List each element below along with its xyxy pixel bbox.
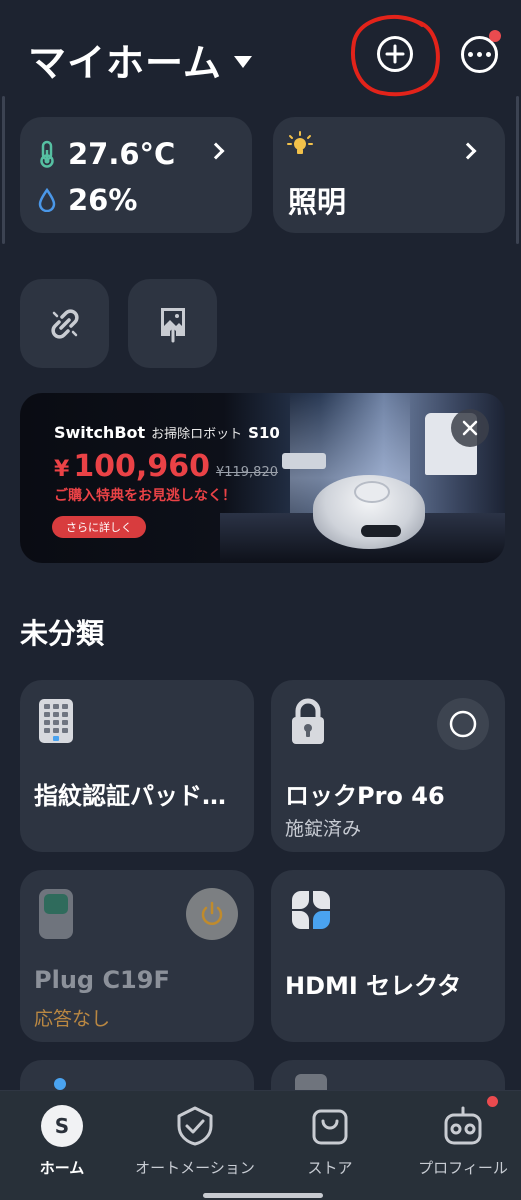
- robot-window-image: [361, 525, 401, 537]
- original-price: ¥119,820: [215, 465, 278, 480]
- profile-notification-dot: [487, 1096, 498, 1107]
- padlock-icon: [292, 698, 324, 744]
- water-station-image: [282, 453, 326, 469]
- grid-petals-icon: [292, 891, 330, 929]
- home-selector[interactable]: マイホーム: [28, 32, 252, 87]
- currency-symbol: ¥: [54, 457, 70, 482]
- temperature-row: 27.6°C: [38, 137, 175, 171]
- nav-label: プロフィール: [418, 1159, 508, 1177]
- scroll-edge-right: [516, 96, 519, 244]
- humidity-row: 26%: [38, 183, 137, 217]
- power-icon: [201, 901, 223, 925]
- more-dot: [486, 52, 491, 57]
- nav-label: オートメーション: [135, 1159, 255, 1177]
- thermometer-icon: [40, 140, 54, 168]
- sale-price: 100,960: [73, 449, 210, 484]
- close-icon: [462, 420, 478, 436]
- lighting-card[interactable]: 照明: [273, 117, 505, 233]
- ring-icon: [449, 710, 477, 738]
- device-card-keypad[interactable]: 指紋認証パッド…: [20, 680, 254, 852]
- share-scene-button[interactable]: [128, 279, 217, 368]
- nav-home[interactable]: S ホーム: [34, 1105, 90, 1178]
- plug-icon: [39, 889, 73, 939]
- scroll-edge-left: [2, 96, 5, 244]
- water-drop-icon: [38, 188, 56, 212]
- device-status: 施錠済み: [285, 818, 362, 840]
- home-indicator: [203, 1193, 323, 1198]
- upload-image-icon: [160, 307, 185, 342]
- lock-toggle-button[interactable]: [437, 698, 489, 750]
- device-card-plug[interactable]: Plug C19F 応答なし: [20, 870, 254, 1042]
- header: マイホーム: [0, 0, 521, 110]
- robot-lidar-image: [354, 481, 390, 503]
- more-dot: [477, 52, 482, 57]
- climate-card[interactable]: 27.6°C 26%: [20, 117, 252, 233]
- notification-dot: [489, 30, 501, 42]
- section-title: 未分類: [20, 617, 105, 650]
- keypad-icon: [39, 699, 73, 743]
- chevron-right-icon: [207, 142, 225, 160]
- bottom-nav: S ホーム オートメーション ストア プロフィール: [0, 1090, 521, 1200]
- device-status: 応答なし: [34, 1008, 111, 1030]
- shopping-bag-icon: [312, 1109, 348, 1145]
- promo-banner[interactable]: SwitchBot お掃除ロボット S10 ¥ 100,960 ¥119,820…: [20, 393, 505, 563]
- home-title: マイホーム: [28, 41, 222, 85]
- device-name: ロックPro 46: [285, 782, 445, 810]
- device-card-hdmi[interactable]: HDMI セレクタ: [271, 870, 505, 1042]
- promo-text: ご購入特典をお見逃しなく！: [54, 488, 236, 504]
- device-name: HDMI セレクタ: [285, 972, 462, 1000]
- caret-down-icon: [233, 55, 252, 68]
- banner-price: ¥ 100,960 ¥119,820: [54, 449, 278, 484]
- device-card-lock[interactable]: ロックPro 46 施錠済み: [271, 680, 505, 852]
- nav-label: ホーム: [39, 1159, 85, 1177]
- nav-label: ストア: [307, 1159, 353, 1177]
- broken-link-icon: [50, 308, 79, 339]
- home-s-icon: S: [41, 1105, 83, 1147]
- learn-more-button[interactable]: さらに詳しく: [52, 516, 146, 538]
- product-name: お掃除ロボット: [151, 427, 243, 442]
- brand-name: SwitchBot: [54, 423, 146, 442]
- nav-profile[interactable]: プロフィール: [407, 1105, 519, 1178]
- banner-brand: SwitchBot お掃除ロボット S10: [54, 423, 280, 442]
- nav-store[interactable]: ストア: [294, 1105, 366, 1178]
- plus-icon: [385, 44, 405, 64]
- shield-check-icon: [177, 1106, 213, 1146]
- chevron-right-icon: [459, 142, 477, 160]
- lighting-label: 照明: [288, 185, 347, 219]
- device-name: Plug C19F: [34, 966, 170, 994]
- temperature-value: 27.6°C: [68, 137, 176, 171]
- nav-automation[interactable]: オートメーション: [125, 1105, 265, 1178]
- device-dot-icon: [54, 1078, 66, 1090]
- more-dot: [468, 52, 473, 57]
- device-name: 指紋認証パッド…: [34, 782, 226, 810]
- add-device-button[interactable]: [377, 36, 413, 72]
- power-toggle-button[interactable]: [186, 888, 238, 940]
- light-bulb-icon: [287, 131, 313, 154]
- link-button[interactable]: [20, 279, 109, 368]
- app-screen: マイホーム 27.6°C 26% 照明 SwitchBot お掃除ロボット S1…: [0, 0, 521, 1200]
- close-banner-button[interactable]: [451, 409, 489, 447]
- model-name: S10: [248, 424, 280, 442]
- robot-face-icon: [444, 1106, 482, 1145]
- humidity-value: 26%: [68, 183, 138, 217]
